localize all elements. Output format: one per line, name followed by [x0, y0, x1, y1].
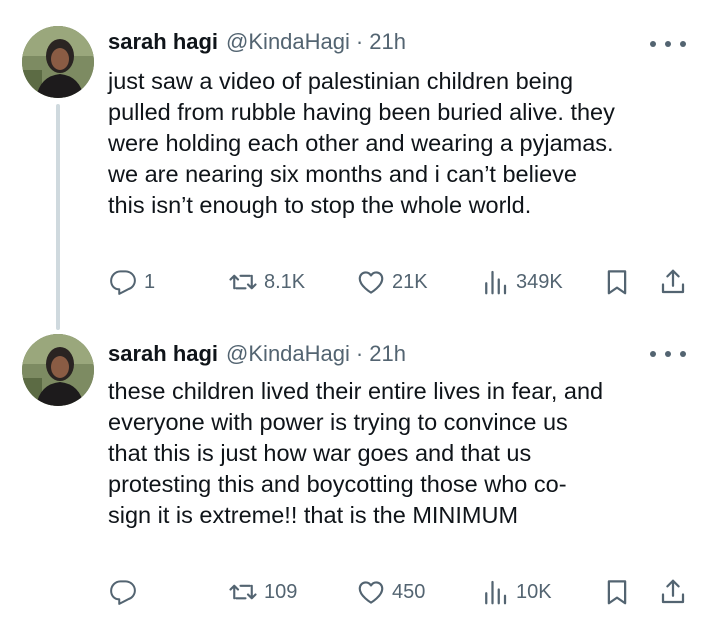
retweet-button[interactable]: 8.1K [228, 262, 305, 302]
reply-button[interactable] [108, 572, 144, 612]
retweet-icon [229, 584, 257, 600]
views-button[interactable]: 349K [480, 262, 563, 302]
separator: · [355, 341, 364, 366]
heart-icon [358, 271, 384, 294]
timestamp[interactable]: 21h [369, 29, 406, 55]
reply-button[interactable]: 1 [108, 262, 155, 302]
views-count: 349K [516, 270, 563, 293]
analytics-icon [485, 580, 507, 605]
reply-icon [110, 270, 136, 295]
tweet-actions: 1 8.1K 21K 349K [100, 262, 700, 302]
author-name[interactable]: sarah hagi [108, 341, 218, 367]
tweet[interactable]: sarah hagi @KindaHagi · 21h these childr… [0, 316, 716, 626]
like-button[interactable]: 21K [356, 262, 428, 302]
avatar-image [22, 334, 94, 406]
avatar[interactable] [22, 334, 94, 406]
separator: · [355, 29, 364, 54]
retweet-button[interactable]: 109 [228, 572, 297, 612]
share-icon [661, 269, 685, 294]
share-button[interactable] [658, 262, 694, 302]
like-count: 21K [392, 270, 428, 293]
analytics-icon [485, 270, 507, 295]
bookmark-button[interactable] [602, 262, 638, 302]
tweet-header: sarah hagi @KindaHagi · 21h [108, 336, 406, 372]
retweet-count: 109 [264, 580, 298, 603]
more-icon[interactable] [650, 32, 686, 56]
bookmark-icon [607, 270, 627, 295]
tweet-text: just saw a video of palestinian children… [108, 68, 615, 218]
timestamp[interactable]: 21h [369, 341, 406, 367]
avatar[interactable] [22, 26, 94, 98]
like-count: 450 [392, 580, 426, 603]
views-count: 10K [516, 580, 552, 603]
reply-count: 1 [144, 270, 156, 293]
reply-icon [110, 580, 136, 605]
share-button[interactable] [658, 572, 694, 612]
retweet-count: 8.1K [264, 270, 306, 293]
retweet-icon [229, 274, 257, 290]
thread-line [56, 104, 60, 330]
heart-icon [358, 581, 384, 604]
tweet[interactable]: sarah hagi @KindaHagi · 21h just saw a v… [0, 0, 716, 330]
tweet-text: these children lived their entire lives … [108, 378, 604, 528]
bookmark-icon [607, 580, 627, 605]
bookmark-button[interactable] [602, 572, 638, 612]
views-button[interactable]: 10K [480, 572, 552, 612]
author-handle[interactable]: @KindaHagi [226, 29, 350, 55]
share-icon [661, 579, 685, 604]
tweet-header: sarah hagi @KindaHagi · 21h [108, 24, 406, 60]
avatar-image [22, 26, 94, 98]
author-handle[interactable]: @KindaHagi [226, 341, 350, 367]
tweet-actions: 109 450 10K [100, 572, 700, 612]
author-name[interactable]: sarah hagi [108, 29, 218, 55]
like-button[interactable]: 450 [356, 572, 425, 612]
more-icon[interactable] [650, 342, 686, 366]
